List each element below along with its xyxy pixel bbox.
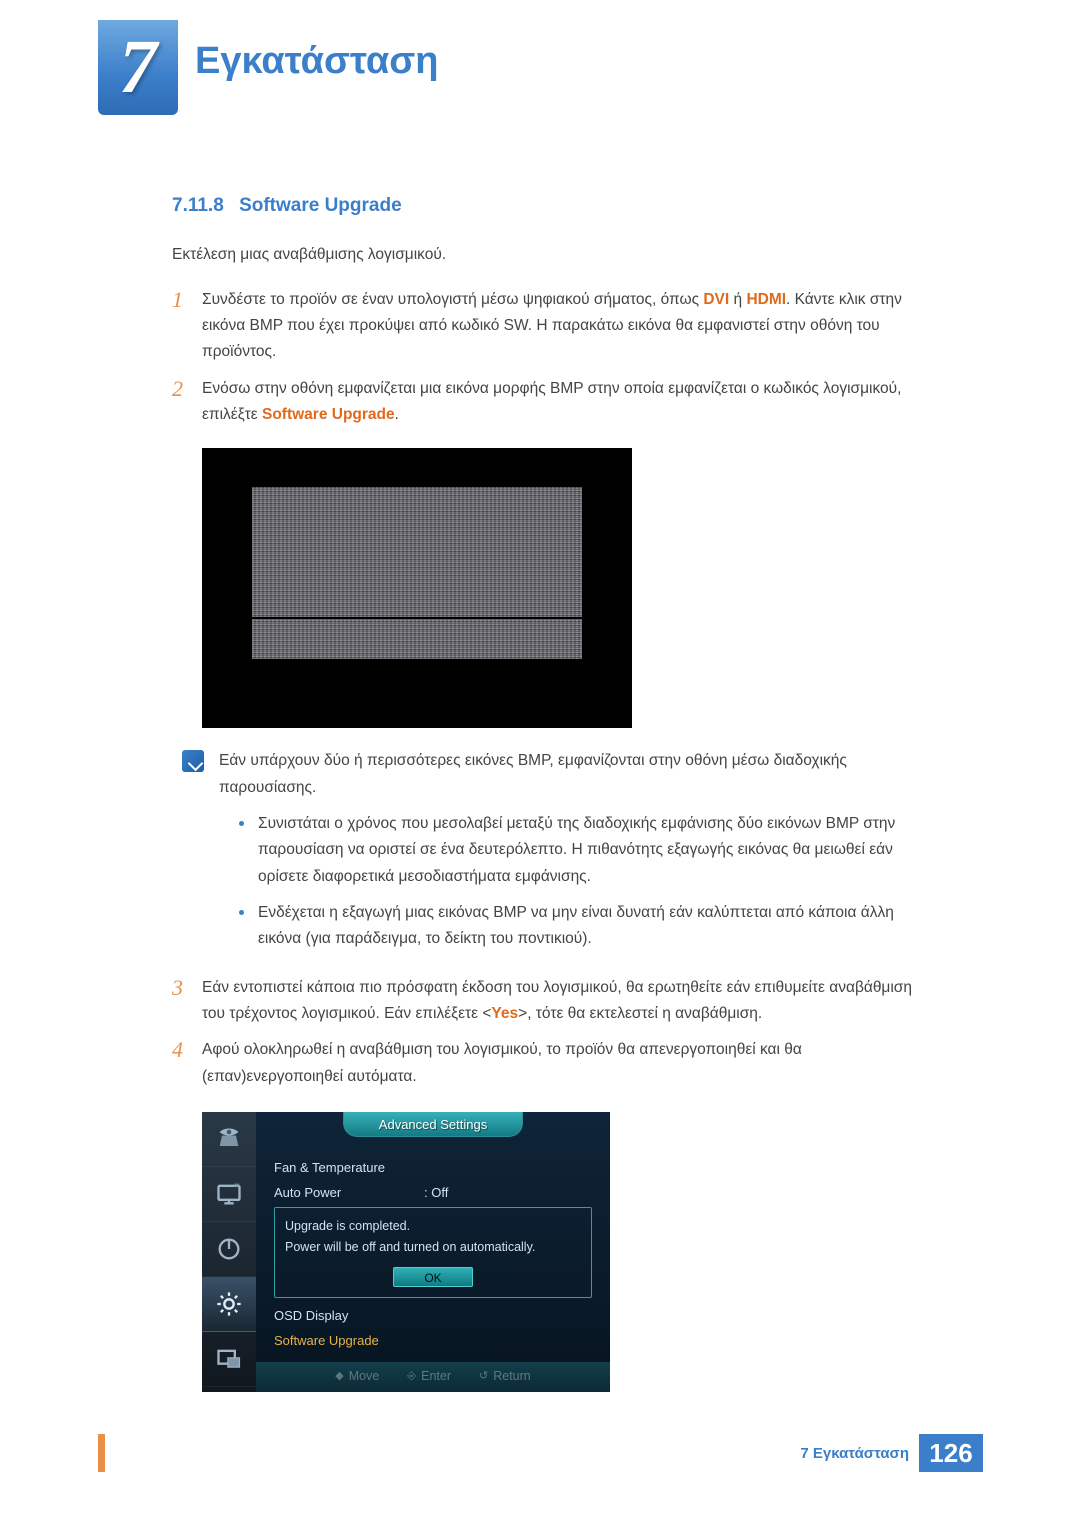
hdmi-label: HDMI [746, 291, 786, 308]
page-footer: 7 Εγκατάσταση 126 [98, 1434, 983, 1472]
step-number: 2 [172, 376, 202, 429]
step-text: Εάν εντοπιστεί κάποια πιο πρόσφατη έκδοσ… [202, 975, 932, 1028]
osd-footer: ◆Move ⎆Enter ↺Return [256, 1362, 610, 1392]
chapter-tab: 7 [98, 20, 178, 115]
bullet-icon [239, 910, 244, 915]
note-body: Εάν υπάρχουν δύο ή περισσότερες εικόνες … [219, 748, 932, 962]
footer-label: 7 Εγκατάσταση [800, 1445, 909, 1462]
step-number: 3 [172, 975, 202, 1028]
step-number: 4 [172, 1037, 202, 1090]
step-4: 4 Αφού ολοκληρωθεί η αναβάθμιση του λογι… [172, 1037, 932, 1090]
note-bullet: Συνιστάται ο χρόνος που μεσολαβεί μεταξύ… [239, 811, 932, 890]
step-text: Συνδέστε το προϊόν σε έναν υπολογιστή μέ… [202, 287, 932, 366]
osd-sidebar [202, 1112, 256, 1392]
picture-icon [215, 1125, 243, 1153]
step-number: 1 [172, 287, 202, 366]
ok-button[interactable]: OK [393, 1267, 473, 1287]
foot-enter: ⎆Enter [407, 1366, 451, 1387]
note-icon [182, 750, 204, 772]
step-3: 3 Εάν εντοπιστεί κάποια πιο πρόσφατη έκδ… [172, 975, 932, 1028]
note-main: Εάν υπάρχουν δύο ή περισσότερες εικόνες … [219, 748, 932, 801]
sidebar-item-pip[interactable] [202, 1332, 256, 1387]
chapter-title: Εγκατάσταση [195, 40, 439, 83]
yes-label: Yes [491, 1005, 518, 1022]
intro-text: Εκτέλεση μιας αναβάθμισης λογισμικού. [172, 242, 932, 268]
step-text: Ενόσω στην οθόνη εμφανίζεται μια εικόνα … [202, 376, 932, 429]
sidebar-item-settings[interactable] [202, 1277, 256, 1332]
sidebar-item-screen[interactable] [202, 1167, 256, 1222]
step-1: 1 Συνδέστε το προϊόν σε έναν υπολογιστή … [172, 287, 932, 366]
osd-item-osd-display[interactable]: OSD Display [274, 1304, 592, 1329]
osd-item-fan[interactable]: Fan & Temperature [274, 1155, 592, 1180]
bullet-icon [239, 821, 244, 826]
osd-item-software-upgrade[interactable]: Software Upgrade [274, 1329, 592, 1354]
screen-icon [215, 1180, 243, 1208]
note: Εάν υπάρχουν δύο ή περισσότερες εικόνες … [182, 748, 932, 962]
sidebar-item-picture[interactable] [202, 1112, 256, 1167]
static-noise [252, 487, 582, 617]
step-2: 2 Ενόσω στην οθόνη εμφανίζεται μια εικόν… [172, 376, 932, 429]
gear-icon [215, 1290, 243, 1318]
static-noise [252, 619, 582, 659]
osd-title: Advanced Settings [343, 1112, 523, 1137]
dialog-line1: Upgrade is completed. [285, 1216, 581, 1237]
bmp-screenshot [202, 448, 632, 728]
dialog-line2: Power will be off and turned on automati… [285, 1237, 581, 1258]
note-bullet: Ενδέχεται η εξαγωγή μιας εικόνας BMP να … [239, 900, 932, 953]
pip-icon [215, 1345, 243, 1373]
section-heading: 7.11.8 Software Upgrade [172, 190, 932, 222]
power-icon [215, 1235, 243, 1263]
foot-return: ↺Return [479, 1366, 531, 1387]
return-icon: ↺ [479, 1367, 488, 1386]
enter-icon: ⎆ [407, 1367, 416, 1386]
page-number: 126 [919, 1434, 983, 1472]
foot-move: ◆Move [335, 1366, 379, 1387]
section-number: 7.11.8 [172, 195, 224, 216]
section-title: Software Upgrade [239, 195, 402, 216]
osd-screenshot: Advanced Settings Fan & Temperature Auto… [202, 1112, 610, 1392]
step-text: Αφού ολοκληρωθεί η αναβάθμιση του λογισμ… [202, 1037, 932, 1090]
software-upgrade-label: Software Upgrade [262, 406, 395, 423]
osd-item-auto-power[interactable]: Auto Power : Off [274, 1180, 592, 1205]
sidebar-item-power[interactable] [202, 1222, 256, 1277]
footer-accent [98, 1434, 105, 1472]
dvi-label: DVI [703, 291, 729, 308]
chapter-number: 7 [119, 24, 157, 111]
updown-icon: ◆ [335, 1367, 343, 1386]
page-content: 7.11.8 Software Upgrade Εκτέλεση μιας αν… [172, 190, 932, 1392]
osd-main: Advanced Settings Fan & Temperature Auto… [256, 1112, 610, 1392]
auto-power-value: : Off [424, 1182, 448, 1204]
osd-dialog: Upgrade is completed. Power will be off … [274, 1207, 592, 1298]
